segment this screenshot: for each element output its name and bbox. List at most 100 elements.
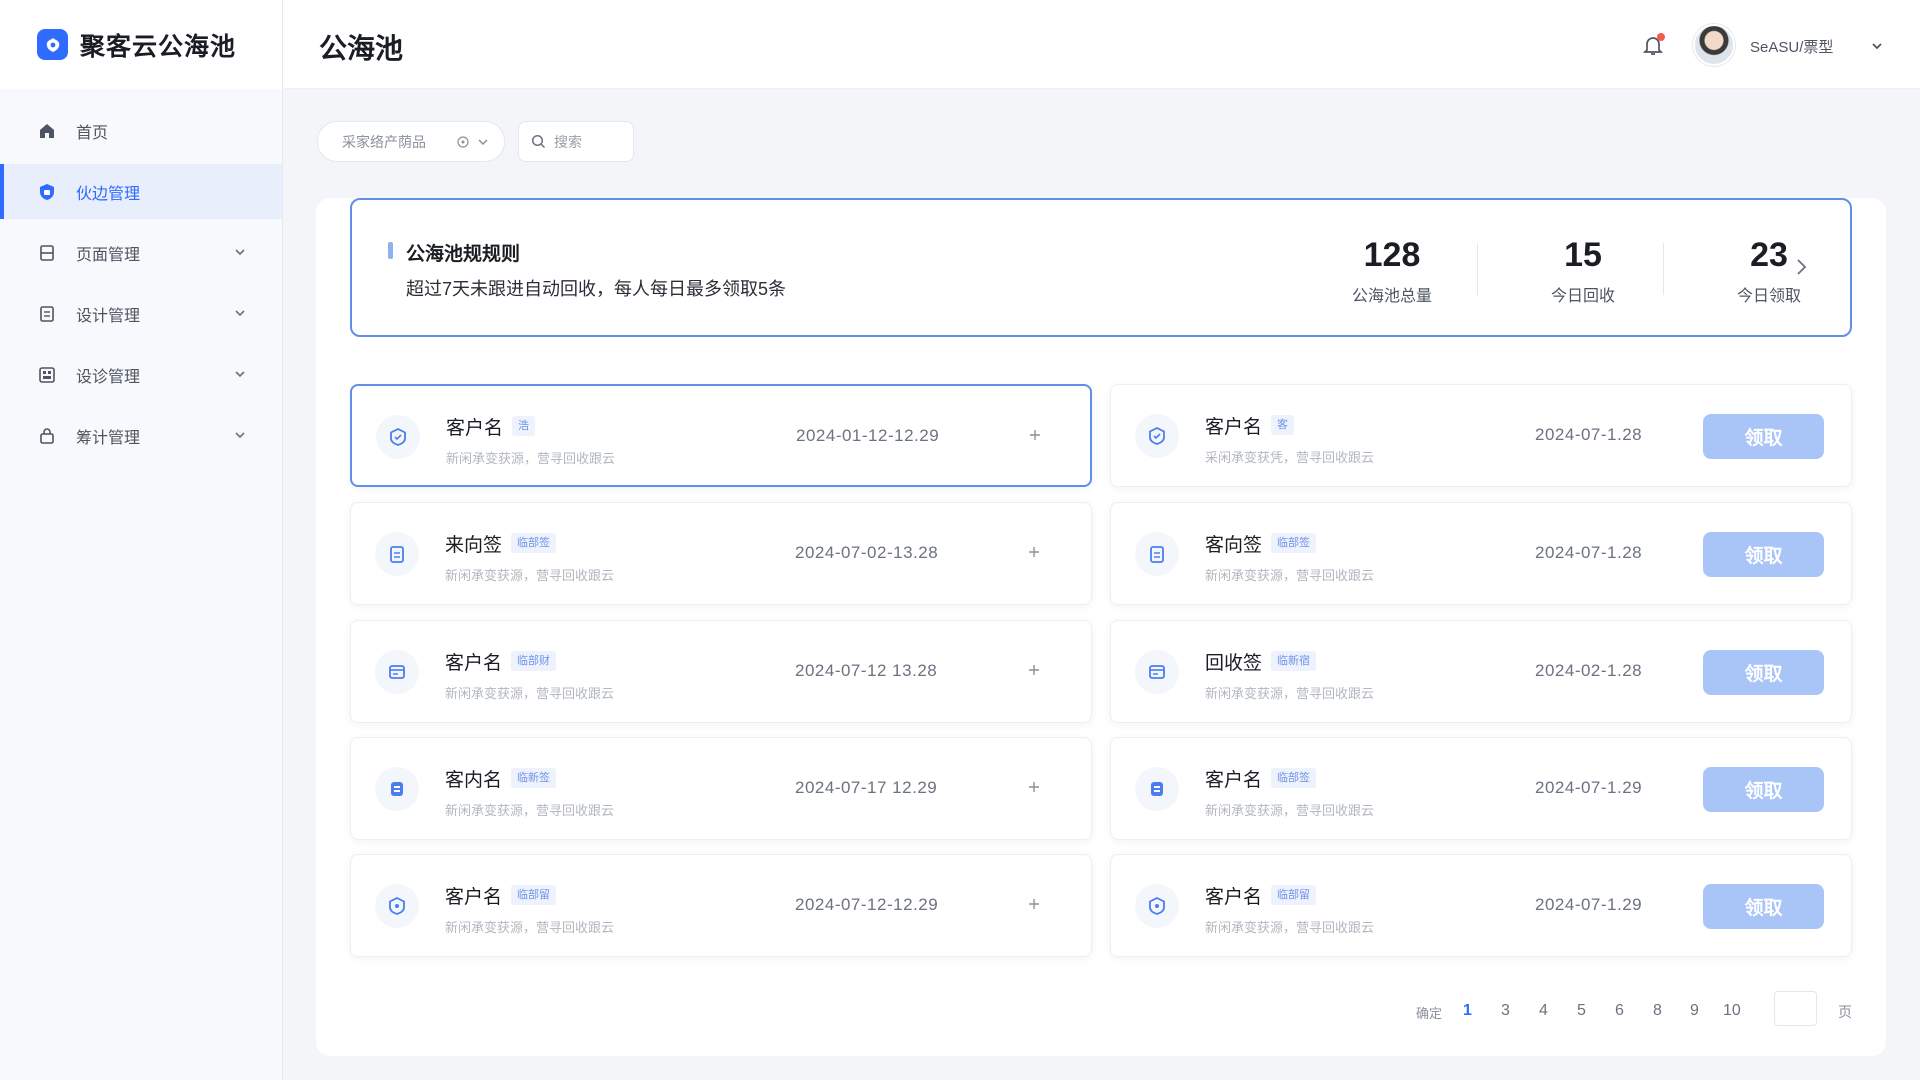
customer-tag: 临部留 bbox=[1271, 885, 1316, 905]
customer-name: 客户名 bbox=[1205, 887, 1263, 908]
chevron-down-icon[interactable] bbox=[232, 427, 248, 443]
layout-icon bbox=[37, 243, 57, 263]
badge-icon bbox=[375, 767, 419, 811]
customer-card[interactable]: 客户名 客 采闲承变获凭，营寻回收跟云 2024-07-1.28 领取 bbox=[1110, 384, 1852, 487]
pagination-page[interactable]: 5 bbox=[1577, 1002, 1586, 1020]
app-logo-icon bbox=[37, 29, 68, 60]
rules-title: 公海池规规则 bbox=[406, 244, 521, 265]
pagination-page[interactable]: 8 bbox=[1653, 1002, 1662, 1020]
search-icon bbox=[531, 134, 546, 149]
customer-card[interactable]: 客向签 临部签 新闲承变获源，营寻回收跟云 2024-07-1.28 领取 bbox=[1110, 502, 1852, 605]
plus-icon[interactable] bbox=[1027, 897, 1041, 911]
chevron-down-icon[interactable] bbox=[232, 305, 248, 321]
pagination-page[interactable]: 9 bbox=[1690, 1002, 1699, 1020]
pagination-page[interactable]: 3 bbox=[1501, 1002, 1510, 1020]
sidebar-item-label: 伙边管理 bbox=[76, 185, 141, 203]
customer-date: 2024-01-12-12.29 bbox=[796, 426, 940, 445]
customer-tag: 浩 bbox=[512, 416, 535, 436]
customer-tag: 客 bbox=[1271, 415, 1294, 435]
stat-value: 128 bbox=[1363, 236, 1421, 274]
document-icon bbox=[37, 304, 57, 324]
username[interactable]: SeASU/票型 bbox=[1750, 36, 1833, 57]
customer-card[interactable]: 客户名 临部签 新闲承变获源，营寻回收跟云 2024-07-1.29 领取 bbox=[1110, 737, 1852, 840]
product-filter-select[interactable]: 采家络产荫品 bbox=[317, 121, 505, 162]
customer-date: 2024-07-02-13.28 bbox=[795, 543, 939, 562]
pagination-unit: 页 bbox=[1838, 1004, 1852, 1020]
pagination-page[interactable]: 6 bbox=[1615, 1002, 1624, 1020]
stat-label: 今日领取 bbox=[1736, 288, 1801, 305]
sidebar-item-label: 筹计管理 bbox=[76, 429, 141, 447]
chevron-right-icon[interactable] bbox=[1790, 256, 1812, 278]
sidebar-item-diagnosis-management[interactable]: 设诊管理 bbox=[0, 347, 282, 402]
claim-button[interactable]: 领取 bbox=[1703, 414, 1824, 459]
chevron-down-icon[interactable] bbox=[232, 244, 248, 260]
main-panel: 公海池规规则 超过7天未跟进自动回收，每人每日最多领取5条 128 公海池总量 … bbox=[316, 198, 1886, 1056]
avatar[interactable] bbox=[1693, 24, 1735, 66]
plus-icon[interactable] bbox=[1027, 663, 1041, 677]
customer-card[interactable]: 客户名 临部留 新闲承变获源，营寻回收跟云 2024-07-12-12.29 bbox=[350, 854, 1092, 957]
shield-icon bbox=[1135, 884, 1179, 928]
sidebar-item-home[interactable]: 首页 bbox=[0, 103, 282, 158]
customer-date: 2024-07-12 13.28 bbox=[795, 661, 938, 680]
customer-card[interactable]: 客户名 临部留 新闲承变获源，营寻回收跟云 2024-07-1.29 领取 bbox=[1110, 854, 1852, 957]
plus-icon[interactable] bbox=[1027, 780, 1041, 794]
customer-card[interactable]: 回收签 临新宿 新闲承变获源，营寻回收跟云 2024-02-1.28 领取 bbox=[1110, 620, 1852, 723]
claim-button[interactable]: 领取 bbox=[1703, 650, 1824, 695]
sidebar-item-statistics-management[interactable]: 筹计管理 bbox=[0, 408, 282, 463]
customer-note: 新闲承变获源，营寻回收跟云 bbox=[445, 803, 615, 818]
customer-date: 2024-07-1.28 bbox=[1535, 543, 1643, 562]
chevron-down-icon[interactable] bbox=[476, 135, 490, 149]
stat-value: 23 bbox=[1750, 236, 1788, 274]
search-input[interactable] bbox=[554, 133, 626, 150]
customer-name: 客户名 bbox=[446, 418, 504, 439]
customer-date: 2024-07-17 12.29 bbox=[795, 778, 938, 797]
grid-icon bbox=[37, 365, 57, 385]
pagination-page[interactable]: 4 bbox=[1539, 1002, 1548, 1020]
plus-icon[interactable] bbox=[1027, 545, 1041, 559]
sidebar: 聚客云公海池 首页 伙边管理 页面管理 设计管理 设诊管理 筹计管理 bbox=[0, 0, 283, 1080]
page-jump-input[interactable] bbox=[1774, 991, 1817, 1026]
clear-icon[interactable] bbox=[456, 135, 470, 149]
file-icon bbox=[375, 532, 419, 576]
search-box[interactable] bbox=[518, 121, 634, 162]
customer-note: 新闲承变获源，营寻回收跟云 bbox=[445, 920, 615, 935]
customer-name: 回收签 bbox=[1205, 653, 1263, 674]
pagination-page[interactable]: 10 bbox=[1723, 1002, 1741, 1020]
pagination-page[interactable]: 1 bbox=[1463, 1002, 1472, 1020]
sidebar-item-partner-management[interactable]: 伙边管理 bbox=[0, 164, 282, 219]
plus-icon[interactable] bbox=[1028, 428, 1042, 442]
stat-recycled-today: 15 今日回收 bbox=[1503, 236, 1663, 306]
customer-date: 2024-07-1.28 bbox=[1535, 425, 1643, 444]
app-logo[interactable]: 聚客云公海池 bbox=[0, 0, 282, 89]
customer-date: 2024-07-1.29 bbox=[1535, 778, 1643, 797]
rules-card: 公海池规规则 超过7天未跟进自动回收，每人每日最多领取5条 128 公海池总量 … bbox=[350, 198, 1852, 337]
app-name: 聚客云公海池 bbox=[80, 32, 237, 61]
stat-value: 15 bbox=[1564, 236, 1602, 274]
card-icon bbox=[1135, 650, 1179, 694]
customer-card[interactable]: 客户名 临部财 新闲承变获源，营寻回收跟云 2024-07-12 13.28 bbox=[350, 620, 1092, 723]
claim-button[interactable]: 领取 bbox=[1703, 532, 1824, 577]
card-icon bbox=[375, 650, 419, 694]
claim-button[interactable]: 领取 bbox=[1703, 884, 1824, 929]
customer-tag: 临新签 bbox=[511, 768, 556, 788]
stat-divider bbox=[1663, 243, 1664, 295]
customer-card[interactable]: 来向签 临部签 新闲承变获源，营寻回收跟云 2024-07-02-13.28 bbox=[350, 502, 1092, 605]
badge-icon bbox=[1135, 767, 1179, 811]
customer-tag: 临部财 bbox=[511, 651, 556, 671]
customer-name: 客户名 bbox=[1205, 770, 1263, 791]
sidebar-item-design-management[interactable]: 设计管理 bbox=[0, 286, 282, 341]
sidebar-item-page-management[interactable]: 页面管理 bbox=[0, 225, 282, 280]
chevron-down-icon[interactable] bbox=[232, 366, 248, 382]
customer-card[interactable]: 客户名 浩 新闲承变获源，营寻回收跟云 2024-01-12-12.29 bbox=[350, 384, 1092, 487]
pagination-confirm-label[interactable]: 确定 bbox=[1416, 1003, 1442, 1022]
customer-tag: 临新宿 bbox=[1271, 651, 1316, 671]
chevron-down-icon[interactable] bbox=[1869, 38, 1885, 54]
customer-date: 2024-02-1.28 bbox=[1535, 661, 1643, 680]
customer-card[interactable]: 客内名 临新签 新闲承变获源，营寻回收跟云 2024-07-17 12.29 bbox=[350, 737, 1092, 840]
customer-note: 新闲承变获源，营寻回收跟云 bbox=[445, 568, 615, 583]
claim-button[interactable]: 领取 bbox=[1703, 767, 1824, 812]
shield-icon bbox=[376, 415, 420, 459]
customer-date: 2024-07-12-12.29 bbox=[795, 895, 939, 914]
customer-date: 2024-07-1.29 bbox=[1535, 895, 1643, 914]
customer-note: 新闲承变获源，营寻回收跟云 bbox=[1205, 686, 1375, 701]
